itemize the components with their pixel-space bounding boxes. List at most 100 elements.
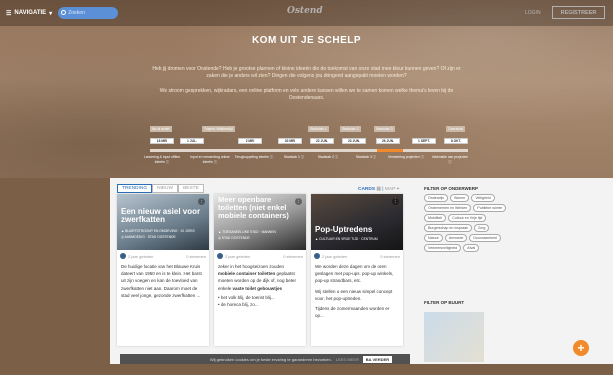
timeline-date: 2 MEI (238, 138, 262, 144)
idea-card[interactable]: ⋮ Meer openbare toiletten (niet enkel mo… (214, 194, 306, 346)
topic-filter: FILTER OP ONDERWERP Onderwijs Wonen Veil… (424, 186, 508, 252)
chevron-down-icon: ▾ (49, 10, 53, 17)
filter-chip[interactable]: Veiligheid (471, 194, 495, 202)
tab-nieuw[interactable]: NIEUW (152, 184, 179, 193)
avatar (314, 253, 320, 259)
card-bullet-text: de horeca blij, zo... (220, 302, 259, 308)
timeline-date: 1 JUL. (180, 138, 204, 144)
timeline-date: 1 SEPT. (412, 138, 436, 144)
timeline-phase: Stadslab 2 (340, 126, 361, 132)
filter-title: FILTER OP ONDERWERP (424, 186, 479, 191)
grid-icon[interactable]: ▦ (376, 187, 381, 192)
top-bar: ☰ NAVIGATIE ▾ Zoeken (0, 0, 613, 26)
menu-icon: ☰ (6, 10, 12, 17)
timeline-label[interactable]: Stadslab 2 ⓘ (308, 155, 348, 160)
timeline-label[interactable]: Informatie van projecten ⓘ (430, 155, 470, 164)
sort-tabs: TRENDING NIEUW BESTE (117, 184, 204, 193)
filter-chip[interactable]: Ondernemen en Werken (424, 204, 472, 212)
card-title[interactable]: Meer openbare toiletten (niet enkel mobi… (218, 196, 302, 220)
search-input[interactable]: Zoeken (58, 7, 119, 19)
card-title[interactable]: Pop-Uptredens (315, 226, 399, 234)
card-body: De huidige locatie van het Blauwe Kruis … (121, 264, 202, 298)
timeline-date: 8 OKT. (444, 138, 468, 144)
timeline-label[interactable]: Stadslab 3 ⓘ (346, 155, 386, 160)
card-body-bold: mobiele container toiletten (218, 271, 276, 277)
card-meta: ◎ STAD OOSTENDE (218, 236, 250, 240)
card-votes: 0 stemmen (186, 253, 206, 259)
hero-title: KOM UIT JE SCHELP (251, 35, 362, 46)
card-date: 2 jaar geleden (322, 253, 348, 259)
pin-icon[interactable]: ⌖ (397, 187, 400, 192)
filter-chip[interactable]: Afval (463, 244, 480, 252)
timeline-label[interactable]: Verwerking projecten ⓘ (386, 155, 426, 160)
card-body-text: We worden deze dagen om de oren geslagen… (315, 264, 394, 284)
timeline: Nu al actief Traject: Wakkertijd Stadsla… (144, 126, 470, 166)
search-icon (61, 10, 67, 15)
card-author: 2 jaar geleden 0 stemmen (314, 253, 400, 259)
neighbourhood-map[interactable] (424, 312, 484, 362)
filter-chip[interactable]: Armoede (444, 234, 468, 242)
filter-chip[interactable]: Publieke ruimte (473, 204, 507, 212)
view-map[interactable]: MAP (385, 187, 395, 192)
filter-chip[interactable]: Natuur (424, 234, 443, 242)
card-date: 2 jaar geleden (225, 253, 251, 259)
hero-intro-2: We stroom gesprekken, wijkradars, een on… (159, 88, 454, 101)
timeline-date: 26 JUN. (376, 138, 400, 144)
timeline-track (150, 149, 468, 152)
card-meta: ◎ AANMOEDIG · STAD OOSTENDE (121, 235, 176, 239)
timeline-progress (377, 149, 403, 152)
card-author: 2 jaar geleden 0 stemmen (120, 253, 206, 259)
add-idea-button[interactable]: + (573, 340, 589, 356)
idea-card[interactable]: ⋮ Een nieuw asiel voor zwerfkatten ▲ BUU… (117, 194, 209, 346)
timeline-phase: Traject: Wakkertijd (202, 126, 235, 132)
timeline-label[interactable]: Terugkoppeling ideeën ⓘ (234, 155, 274, 160)
idea-card[interactable]: ⋮ Pop-Uptredens ▲ CULTUUR EN VRIJE TIJD … (311, 194, 403, 346)
cookie-accept-button[interactable]: BA VERDER (362, 355, 393, 363)
card-image (311, 194, 403, 250)
more-icon[interactable]: ⋮ (392, 198, 399, 205)
nav-menu[interactable]: ☰ NAVIGATIE ▾ (6, 10, 52, 17)
filter-chip[interactable]: Zorg (473, 224, 490, 232)
card-meta: ▲ CULTUUR EN VRIJE TIJD · CENTRUM (315, 237, 378, 241)
search-placeholder: Zoeken (68, 10, 85, 16)
timeline-date: 18 MEI (150, 138, 174, 144)
card-title[interactable]: Een nieuw asiel voor zwerfkatten (121, 208, 205, 224)
filter-chip[interactable]: Burgerschap en inspraak (424, 224, 472, 232)
filter-chip[interactable]: Mobiliteit (424, 214, 447, 222)
neighbourhood-filter-title: FILTER OP BUURT (424, 300, 465, 305)
filter-chip[interactable]: Duurzaamheid (469, 234, 501, 242)
timeline-phase: Stadslab 3 (374, 126, 395, 132)
filter-chip[interactable]: Onderwijs (424, 194, 448, 202)
timeline-date: 23 JUN. (342, 138, 366, 144)
tab-beste[interactable]: BESTE (178, 184, 204, 193)
avatar (217, 253, 223, 259)
filter-chips: Onderwijs Wonen Veiligheid Ondernemen en… (424, 194, 508, 252)
filter-chip[interactable]: Cultuur en Vrije tijd (448, 214, 487, 222)
hero-intro: Heb jij dromen voor Oostende? Heb je gro… (152, 66, 461, 79)
timeline-date: 22 JUN. (310, 138, 334, 144)
card-votes: 0 stemmen (283, 253, 303, 259)
view-cards[interactable]: CARDS (358, 187, 375, 192)
card-date: 2 jaar geleden (128, 253, 154, 259)
card-bullet: • het volk blij, de toerist blij... (218, 294, 275, 300)
card-votes: 0 stemmen (380, 253, 400, 259)
card-body-text: zeker in het hoogseizoen zouden (218, 264, 285, 269)
cookie-banner: Wij gebruiken cookies om je beste ervari… (120, 354, 410, 364)
filter-chip[interactable]: Wonen (449, 194, 470, 202)
card-body: zeker in het hoogseizoen zouden mobiele … (218, 263, 302, 308)
card-meta: ▲ TOEGANKELIJKE STAD · MANNEN (218, 230, 276, 234)
filter-chip[interactable]: Verkeersveiligheid (424, 244, 462, 252)
avatar (120, 253, 126, 259)
card-body-text: Wij stellen u een nieuw simpel concept v… (315, 288, 393, 301)
timeline-label[interactable]: Lancering & input offline ideeën ⓘ (142, 155, 182, 164)
nav-label: NAVIGATIE (14, 10, 47, 16)
timeline-phase: Nu al actief (150, 126, 172, 132)
timeline-phase: Stadslab 1 (308, 126, 329, 132)
timeline-label[interactable]: Input en verwerking online ideeën ⓘ (190, 155, 230, 164)
cookie-more-link[interactable]: LEES MEER (336, 357, 359, 362)
timeline-phase: Overzicht (446, 126, 465, 132)
card-body-bold: vaste toilet gebouwtjes (232, 285, 283, 291)
timeline-date: 30 MEI (278, 138, 302, 144)
more-icon[interactable]: ⋮ (198, 198, 205, 205)
tab-trending[interactable]: TRENDING (117, 184, 153, 193)
